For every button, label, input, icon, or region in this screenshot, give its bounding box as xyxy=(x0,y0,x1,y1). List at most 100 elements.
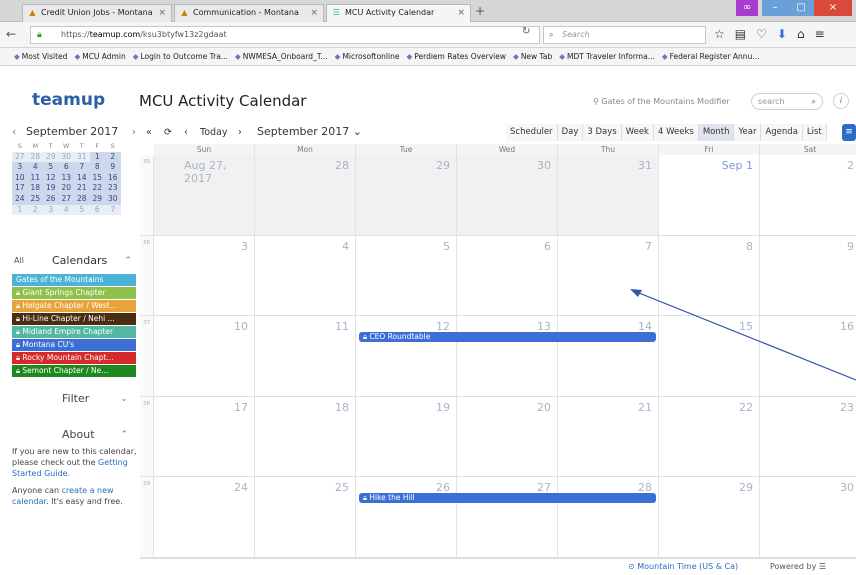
day-number[interactable]: 20 xyxy=(537,401,551,414)
day-cell[interactable]: 23 xyxy=(760,396,856,477)
mini-day[interactable]: 18 xyxy=(27,183,43,194)
day-cell[interactable]: 31 xyxy=(558,155,659,236)
calendar-item[interactable]: 🔒︎ Giant Springs Chapter xyxy=(12,287,136,299)
reading-list-icon[interactable]: ▤ xyxy=(735,27,746,41)
prev-range-icon[interactable]: « xyxy=(146,125,152,141)
week-number[interactable]: 36 xyxy=(140,235,154,316)
mini-day[interactable]: 1 xyxy=(89,151,105,163)
day-cell[interactable]: 8 xyxy=(659,235,760,316)
day-cell[interactable]: 6 xyxy=(457,235,558,316)
day-cell[interactable]: 29 xyxy=(356,155,457,236)
mini-day[interactable]: 10 xyxy=(12,172,28,184)
day-number[interactable]: Sep 1 xyxy=(722,159,753,172)
mini-day[interactable]: 6 xyxy=(58,162,74,173)
mini-day[interactable]: 3 xyxy=(43,204,59,216)
teamup-logo[interactable]: teamup xyxy=(32,90,190,246)
mini-day[interactable]: 14 xyxy=(74,172,90,184)
browser-tab[interactable]: ▲ Credit Union Jobs - Montana × xyxy=(22,4,172,22)
calendars-header[interactable]: All Calendars ⌃ xyxy=(12,252,136,270)
mini-day[interactable]: 29 xyxy=(89,193,105,205)
mini-day[interactable]: 12 xyxy=(43,172,59,184)
mini-day[interactable]: 11 xyxy=(27,172,43,184)
mini-day[interactable]: 30 xyxy=(105,193,121,205)
day-cell[interactable]: 21 xyxy=(558,396,659,477)
day-cell[interactable]: 15 xyxy=(659,316,760,397)
mini-day[interactable]: 6 xyxy=(89,204,105,216)
bookmark-item[interactable]: ◆ Perdiem Rates Overview xyxy=(406,48,506,65)
day-number[interactable]: 4 xyxy=(342,240,349,253)
day-cell[interactable]: 5 xyxy=(356,235,457,316)
refresh-icon[interactable]: ⟳ xyxy=(164,125,172,141)
powered-by[interactable]: Powered by ☰ teamup xyxy=(770,559,856,575)
mini-day[interactable]: 22 xyxy=(89,183,105,194)
menu-icon[interactable]: ≡ xyxy=(815,27,825,41)
calendar-item[interactable]: 🔒︎ Semont Chapter / Ne... xyxy=(12,365,136,377)
week-number[interactable]: 38 xyxy=(140,396,154,477)
day-cell[interactable]: 16 xyxy=(760,316,856,397)
day-cell[interactable]: 27 xyxy=(457,477,558,558)
mini-day[interactable]: 24 xyxy=(12,193,28,205)
chevron-right-icon[interactable]: › xyxy=(132,125,136,138)
mini-day[interactable]: 4 xyxy=(27,162,43,173)
mini-day[interactable]: 16 xyxy=(105,172,121,184)
mini-day[interactable]: 3 xyxy=(12,162,28,173)
calendar-event[interactable]: 🔒︎ CEO Roundtable xyxy=(359,332,656,342)
day-cell[interactable]: 29 xyxy=(659,477,760,558)
week-number[interactable]: 39 xyxy=(140,477,154,558)
day-number[interactable]: 2 xyxy=(847,159,854,172)
mini-day[interactable]: 4 xyxy=(58,204,74,216)
filter-section[interactable]: Filter ⌄ xyxy=(12,390,136,408)
day-number[interactable]: 17 xyxy=(234,401,248,414)
menu-icon[interactable]: ≡ xyxy=(842,124,856,141)
week-number[interactable]: 37 xyxy=(140,316,154,397)
week-number[interactable]: 35 xyxy=(140,155,154,236)
day-cell[interactable]: 22 xyxy=(659,396,760,477)
calendar-item[interactable]: 🔒︎ Hi-Line Chapter / Nehi ... xyxy=(12,313,136,325)
day-number[interactable]: 15 xyxy=(739,320,753,333)
bookmark-item[interactable]: ◆ Login to Outcome Tra... xyxy=(133,48,228,65)
download-icon[interactable]: ⬇ xyxy=(777,27,787,41)
mini-day[interactable]: 28 xyxy=(27,151,43,163)
chevron-up-icon[interactable]: ⌃ xyxy=(124,252,132,270)
mini-day[interactable]: 13 xyxy=(58,172,74,184)
day-number[interactable]: 3 xyxy=(241,240,248,253)
today-button[interactable]: Today xyxy=(200,125,227,141)
bookmark-item[interactable]: ◆ MCU Admin xyxy=(74,48,125,65)
bookmark-star-icon[interactable]: ☆ xyxy=(714,27,725,41)
mini-day[interactable]: 30 xyxy=(58,151,74,163)
day-number[interactable]: 5 xyxy=(443,240,450,253)
day-number[interactable]: 6 xyxy=(544,240,551,253)
day-cell[interactable]: 4 xyxy=(255,235,356,316)
day-cell[interactable]: 13 xyxy=(457,316,558,397)
back-icon[interactable]: ← xyxy=(6,27,16,41)
close-icon[interactable]: × xyxy=(158,5,166,21)
view-year[interactable]: Year xyxy=(734,124,762,141)
mini-day[interactable]: 9 xyxy=(105,162,121,173)
day-cell[interactable]: 10 xyxy=(154,316,255,397)
day-number[interactable]: 28 xyxy=(335,159,349,172)
day-number[interactable]: 29 xyxy=(739,481,753,494)
day-cell[interactable]: 19 xyxy=(356,396,457,477)
day-number[interactable]: 11 xyxy=(335,320,349,333)
prev-month-icon[interactable]: ‹ xyxy=(184,125,188,141)
mini-day[interactable]: 19 xyxy=(43,183,59,194)
mini-day[interactable]: 26 xyxy=(43,193,59,205)
day-cell[interactable]: 28 xyxy=(255,155,356,236)
mini-day[interactable]: 2 xyxy=(105,151,121,163)
month-title-dropdown[interactable]: September 2017 ⌄ xyxy=(257,125,362,138)
reload-icon[interactable]: ↻ xyxy=(522,26,530,37)
day-cell[interactable]: Sep 1 xyxy=(659,155,760,236)
close-icon[interactable]: × xyxy=(310,5,318,21)
extension-icon[interactable]: ∞ xyxy=(736,0,758,16)
calendar-item[interactable]: 🔒︎ Helgate Chapter / West... xyxy=(12,300,136,312)
url-bar[interactable]: 🔒︎ https://teamup.com/ksu3btyfw13z2gdaat xyxy=(30,26,540,44)
bookmark-item[interactable]: ◆ Federal Register Annu... xyxy=(662,48,760,65)
day-number[interactable]: 30 xyxy=(840,481,854,494)
bookmark-item[interactable]: ◆ New Tab xyxy=(513,48,552,65)
browser-tab[interactable]: ▲ Communication - Montana × xyxy=(174,4,324,22)
browser-search-input[interactable]: ⌕ Search xyxy=(543,26,706,44)
new-tab-icon[interactable]: + xyxy=(475,4,485,18)
view-list[interactable]: List xyxy=(802,124,827,141)
close-icon[interactable]: × xyxy=(457,5,465,21)
mini-day[interactable]: 8 xyxy=(89,162,105,173)
